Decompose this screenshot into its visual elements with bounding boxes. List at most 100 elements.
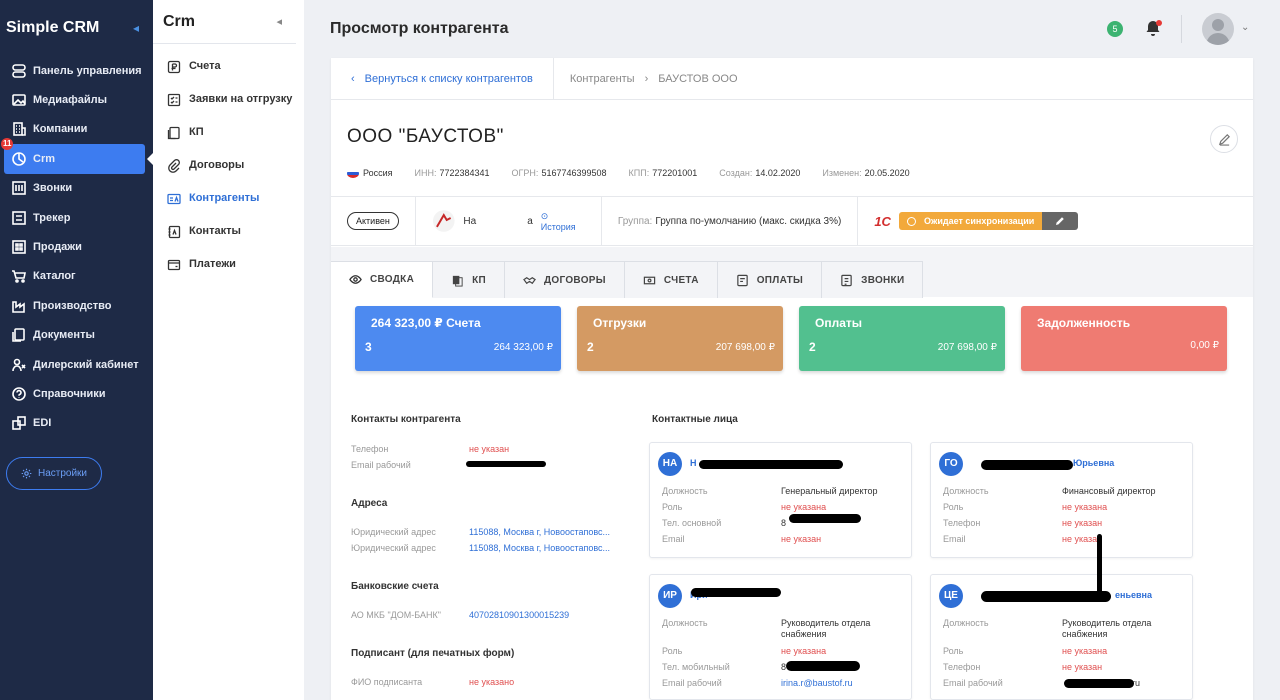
calls-icon (10, 179, 28, 197)
sidebar-item-sales[interactable]: Продажи (0, 232, 145, 261)
person-avatar: ГО (939, 452, 963, 476)
subpanel-item-contracts[interactable]: Договоры (153, 152, 304, 185)
sidebar-item-label: Панель управления (33, 64, 142, 77)
state-cell: Активен (331, 197, 416, 245)
manager-name-suffix: a (527, 215, 533, 227)
history-link[interactable]: ⊙ История (541, 211, 585, 232)
collapse-subpanel-icon[interactable]: ◂ (276, 15, 282, 28)
subpanel-item-shipments[interactable]: Заявки на отгрузку (153, 86, 304, 119)
crm-subpanel: Crm ◂ Счета Заявки на отгрузку КП Догово… (153, 0, 304, 700)
sidebar-item-catalog[interactable]: Каталог (0, 262, 145, 291)
sync-status-badge: Ожидает синхронизации (898, 212, 1043, 230)
settings-label: Настройки (37, 468, 88, 479)
sidebar-item-media[interactable]: Медиафайлы (0, 85, 145, 114)
redaction-mark (786, 661, 860, 671)
sidebar-header: Simple CRM ◂ (0, 0, 153, 56)
summary-card-invoices[interactable]: 264 323,00 ₽ Счета 3 264 323,00 ₽ (355, 306, 561, 371)
subpanel-item-invoices[interactable]: Счета (153, 53, 304, 86)
counterparty-card: ‹ Вернуться к списку контрагентов Контра… (331, 58, 1253, 700)
subpanel-item-counterparties[interactable]: Контрагенты (153, 185, 304, 218)
redaction-mark (981, 460, 1073, 470)
person-row: Email не указан (662, 534, 822, 544)
contractor-card-icon (167, 192, 181, 206)
media-icon (10, 91, 28, 109)
sidebar-item-crm[interactable]: 11 Crm (1, 138, 153, 174)
help-icon (10, 385, 28, 403)
sidebar-item-companies[interactable]: Компании (0, 115, 145, 144)
summary-title: Отгрузки (593, 316, 647, 330)
person-name[interactable]: Н (690, 458, 697, 468)
sidebar-item-tracker[interactable]: Трекер (0, 203, 145, 232)
sidebar-item-dealer[interactable]: Дилерский кабинет (0, 350, 145, 379)
subpanel-nav: Счета Заявки на отгрузку КП Договоры Кон… (153, 44, 304, 284)
person-name[interactable]: Юрьевна (1073, 458, 1114, 468)
redaction-mark (691, 588, 781, 597)
breadcrumb-item[interactable]: Контрагенты (570, 73, 635, 85)
onec-logo: 1С (874, 213, 891, 229)
tab-payments[interactable]: ОПЛАТЫ (717, 261, 823, 298)
tab-contracts[interactable]: ДОГОВОРЫ (505, 261, 625, 298)
clock-icon (906, 216, 916, 226)
tab-invoices[interactable]: СЧЕТА (624, 261, 718, 298)
person-row: Телефон не указан (943, 518, 1103, 528)
bank-section-title: Банковские счета (351, 581, 439, 592)
subpanel-item-label: Контакты (189, 225, 241, 237)
inn: ИНН: 7722384341 (414, 168, 490, 179)
tab-summary[interactable]: СВОДКА (331, 261, 434, 298)
top-bar: Просмотр контрагента 5 ⌄ (304, 0, 1280, 58)
brand-logo[interactable]: Simple CRM (6, 19, 99, 37)
user-avatar[interactable] (1202, 13, 1234, 45)
person-row: Тел. основной 8 (662, 518, 787, 528)
tracker-icon (10, 209, 28, 227)
subpanel-item-label: Договоры (189, 159, 245, 171)
redaction-mark (1097, 534, 1102, 594)
legal-address-row-2: Юридический адрес 115088, Москва г, Новоо… (351, 543, 611, 553)
sidebar-item-dashboard[interactable]: Панель управления (0, 56, 145, 85)
sidebar-item-calls[interactable]: Звонки (0, 174, 145, 203)
subpanel-item-contacts[interactable]: Контакты (153, 218, 304, 251)
redaction-mark (466, 461, 546, 467)
person-row: Роль не указана (943, 502, 1108, 512)
contact-book-icon (167, 225, 181, 239)
collapse-sidebar-icon[interactable]: ◂ (133, 21, 139, 35)
sidebar-item-edi[interactable]: EDI (0, 409, 145, 438)
sidebar-item-references[interactable]: Справочники (0, 379, 145, 408)
summary-count: 2 (587, 340, 594, 354)
summary-card-debt[interactable]: Задолженность 0,00 ₽ (1021, 306, 1227, 371)
sidebar-item-label: Справочники (33, 387, 106, 400)
factory-icon (10, 297, 28, 315)
pencil-icon (1218, 133, 1230, 146)
copy-icon (452, 275, 463, 287)
person-name[interactable]: еньевна (1115, 590, 1152, 600)
quote-doc-icon (167, 126, 181, 140)
notification-count-badge[interactable]: 5 (1107, 21, 1123, 37)
summary-card-shipments[interactable]: Отгрузки 2 207 698,00 ₽ (577, 306, 783, 371)
company-name: ООО "БАУСТОВ" (347, 126, 504, 147)
tab-calls[interactable]: ЗВОНКИ (822, 261, 924, 298)
paperclip-icon (167, 159, 181, 173)
redaction-mark (981, 591, 1111, 602)
pencil-icon (1056, 217, 1065, 225)
summary-title: Задолженность (1037, 316, 1131, 330)
wallet-icon (167, 258, 181, 272)
changed-date: Изменен: 20.05.2020 (822, 168, 910, 179)
handshake-icon (523, 276, 536, 284)
sidebar-item-label: Дилерский кабинет (33, 358, 139, 371)
kpp: КПП: 772201001 (628, 168, 698, 179)
tab-kp[interactable]: КП (433, 261, 505, 298)
person-row: Телефон не указан (943, 662, 1103, 672)
chevron-down-icon[interactable]: ⌄ (1241, 22, 1249, 33)
settings-button[interactable]: Настройки (6, 457, 102, 490)
sync-edit-button[interactable] (1042, 212, 1079, 230)
subpanel-item-kp[interactable]: КП (153, 119, 304, 152)
sidebar-item-documents[interactable]: Документы (0, 321, 145, 350)
legal-address-row: Юридический адрес 115088, Москва г, Новоо… (351, 527, 611, 537)
created-date: Создан: 14.02.2020 (719, 168, 801, 179)
subpanel-item-payments[interactable]: Платежи (153, 251, 304, 284)
sidebar-item-production[interactable]: Производство (0, 291, 145, 320)
subpanel-item-label: Платежи (189, 258, 236, 270)
group-label: Группа: (617, 215, 653, 227)
back-to-list-link[interactable]: ‹ Вернуться к списку контрагентов (331, 58, 554, 99)
summary-card-payments[interactable]: Оплаты 2 207 698,00 ₽ (799, 306, 1005, 371)
edit-button[interactable] (1210, 125, 1238, 153)
